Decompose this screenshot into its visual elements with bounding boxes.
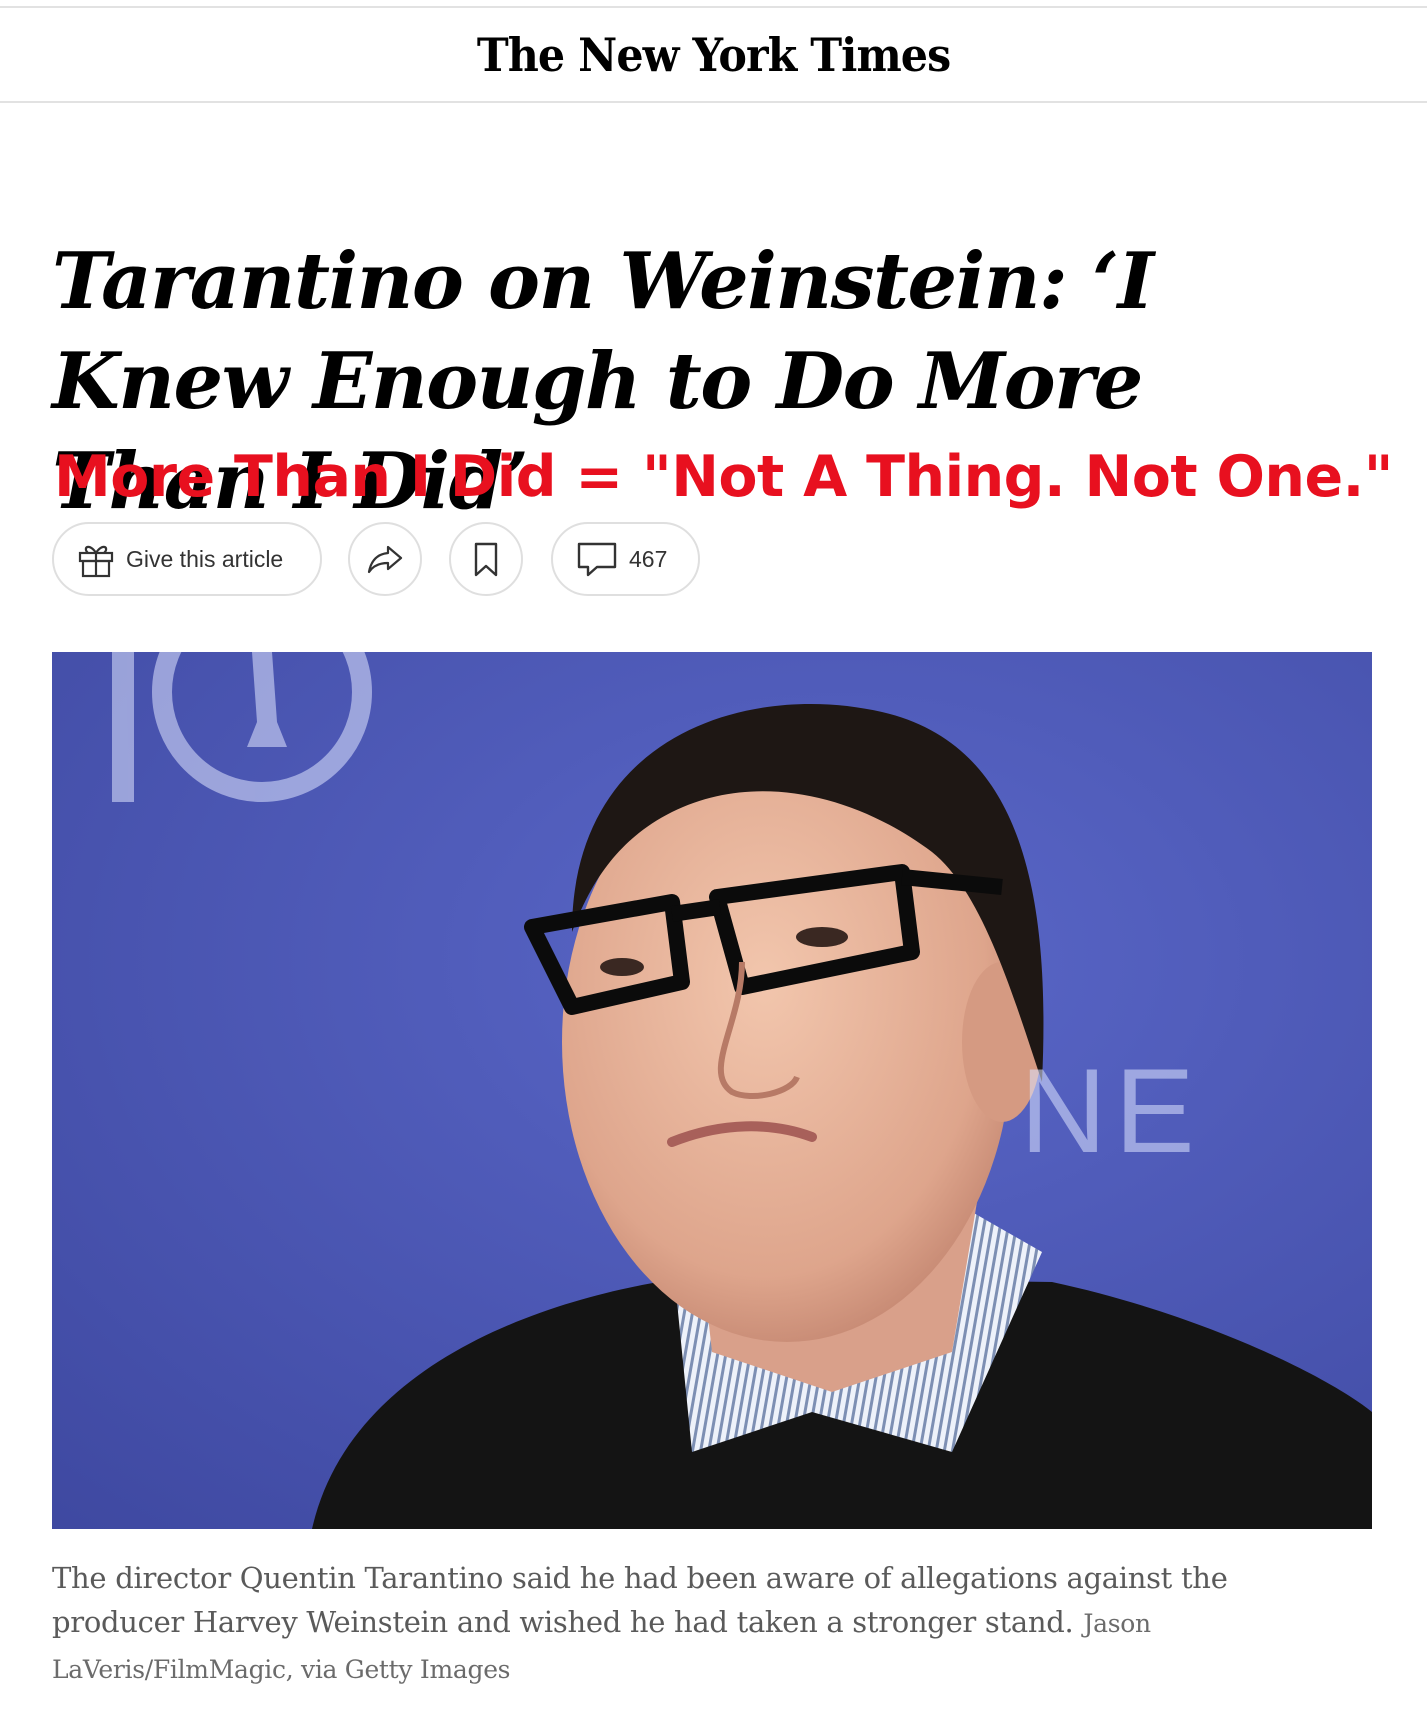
- red-annotation-text: More Than I Did = "Not A Thing. Not One.…: [54, 444, 1393, 510]
- caption-text: The director Quentin Tarantino said he h…: [52, 1561, 1228, 1639]
- article-photo: NE: [52, 652, 1372, 1529]
- save-bookmark-button[interactable]: [449, 522, 523, 596]
- give-article-button[interactable]: Give this article: [52, 522, 322, 596]
- photo-caption: The director Quentin Tarantino said he h…: [52, 1556, 1352, 1692]
- comments-button[interactable]: 467: [551, 522, 700, 596]
- give-article-label: Give this article: [126, 545, 284, 572]
- share-icon: [365, 539, 405, 579]
- comments-count: 467: [629, 545, 668, 572]
- share-button[interactable]: [348, 522, 422, 596]
- background-sign-text: NE: [1020, 1044, 1203, 1178]
- nyt-logo[interactable]: The New York Times: [477, 28, 951, 82]
- masthead: The New York Times: [0, 6, 1427, 103]
- gift-icon: [76, 539, 116, 579]
- comment-icon: [575, 539, 619, 579]
- bookmark-icon: [469, 539, 503, 579]
